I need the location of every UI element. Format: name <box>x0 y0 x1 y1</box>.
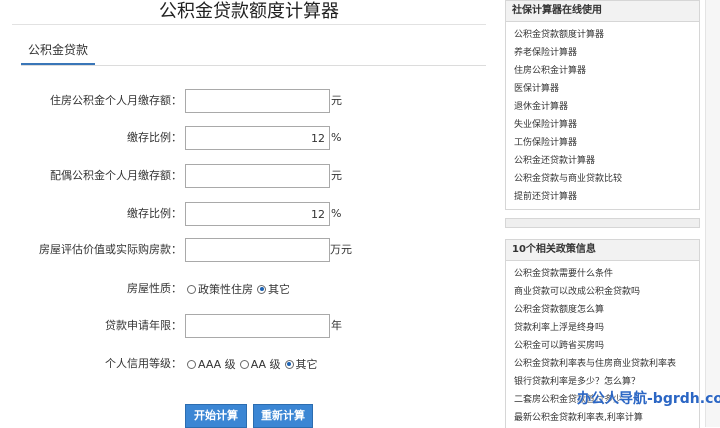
spouse-ratio-label: 缴存比例： <box>127 207 182 220</box>
sidebar-link[interactable]: 退休金计算器 <box>514 98 699 116</box>
policy-link[interactable]: 贷款利率上浮是终身吗 <box>514 319 699 337</box>
credit-other-radio[interactable]: 其它 <box>284 356 318 372</box>
sidebar-link[interactable]: 工伤保险计算器 <box>514 134 699 152</box>
house-type-other-radio[interactable]: 其它 <box>257 281 290 297</box>
policy-link[interactable]: 公积金贷款利率表与住房商业贷款利率表 <box>514 355 699 373</box>
loan-years-unit: 年 <box>331 319 342 332</box>
sidebar-link[interactable]: 医保计算器 <box>514 80 699 98</box>
online-calculators-title: 社保计算器在线使用 <box>506 1 699 22</box>
house-type-policy-radio[interactable]: 政策性住房 <box>187 281 253 297</box>
form-row-deposit-ratio: 缴存比例： % <box>0 126 498 150</box>
form-row-spouse-ratio: 缴存比例： % <box>0 202 498 226</box>
house-type-other-label: 其它 <box>268 283 290 296</box>
form-row-loan-years: 贷款申请年限： 年 <box>0 314 498 338</box>
tab-divider <box>21 65 486 66</box>
calculate-button[interactable]: 开始计算 <box>185 404 247 428</box>
house-type-policy-label: 政策性住房 <box>198 283 253 296</box>
radio-checked-icon <box>284 359 294 369</box>
spouse-ratio-unit: % <box>331 207 342 220</box>
credit-aa-radio[interactable]: AA 级 <box>239 356 281 372</box>
sidebar-link[interactable]: 住房公积金计算器 <box>514 62 699 80</box>
spouse-deposit-label: 配偶公积金个人月缴存额： <box>50 169 182 182</box>
calculator-panel: 公积金贷款额度计算器 公积金贷款 住房公积金个人月缴存额： 元 缴存比例： % … <box>0 0 498 428</box>
form-row-house-value: 房屋评估价值或实际购房款： 万元 <box>0 238 498 262</box>
policy-link[interactable]: 最新公积金贷款利率表,利率计算 <box>514 409 699 427</box>
house-value-input[interactable] <box>185 238 330 262</box>
form-row-spouse-deposit: 配偶公积金个人月缴存额： 元 <box>0 164 498 188</box>
sidebar-link[interactable]: 养老保险计算器 <box>514 44 699 62</box>
title-divider <box>12 24 486 25</box>
sidebar: 社保计算器在线使用 公积金贷款额度计算器 养老保险计算器 住房公积金计算器 医保… <box>505 0 700 428</box>
house-value-unit: 万元 <box>330 243 352 256</box>
monthly-deposit-label: 住房公积金个人月缴存额： <box>50 94 182 107</box>
deposit-ratio-unit: % <box>331 131 342 144</box>
deposit-ratio-input[interactable] <box>185 126 330 150</box>
credit-aaa-label: AAA 级 <box>198 358 236 371</box>
sidebar-link[interactable]: 公积金还贷款计算器 <box>514 152 699 170</box>
page-scrollbar[interactable] <box>705 0 720 427</box>
online-calculators-list: 公积金贷款额度计算器 养老保险计算器 住房公积金计算器 医保计算器 退休金计算器… <box>506 22 699 206</box>
credit-aaa-radio[interactable]: AAA 级 <box>187 356 236 372</box>
online-calculators-box: 社保计算器在线使用 公积金贷款额度计算器 养老保险计算器 住房公积金计算器 医保… <box>505 0 700 210</box>
page-title: 公积金贷款额度计算器 <box>159 1 339 22</box>
radio-unchecked-icon <box>187 359 196 369</box>
policy-link[interactable]: 公积金贷款需要什么条件 <box>514 265 699 283</box>
house-value-label: 房屋评估价值或实际购房款： <box>39 243 182 256</box>
monthly-deposit-input[interactable] <box>185 89 330 113</box>
policy-info-title: 10个相关政策信息 <box>506 240 699 261</box>
sidebar-spacer-strip <box>505 218 700 228</box>
house-type-label: 房屋性质： <box>127 282 182 295</box>
loan-years-input[interactable] <box>185 314 330 338</box>
spouse-deposit-unit: 元 <box>331 169 342 182</box>
credit-aa-label: AA 级 <box>250 358 281 371</box>
sidebar-link[interactable]: 公积金贷款与商业贷款比较 <box>514 170 699 188</box>
form-row-house-type: 房屋性质： 政策性住房 其它 <box>0 277 498 301</box>
radio-unchecked-icon <box>239 359 249 369</box>
sidebar-link[interactable]: 提前还贷计算器 <box>514 188 699 206</box>
site-watermark: 办公人导航-bgrdh.com <box>577 391 720 407</box>
credit-level-radio-group: AAA 级 AA 级 其它 <box>187 352 322 376</box>
policy-link[interactable]: 公积金可以跨省买房吗 <box>514 337 699 355</box>
form-row-monthly-deposit: 住房公积金个人月缴存额： 元 <box>0 89 498 113</box>
sidebar-link[interactable]: 失业保险计算器 <box>514 116 699 134</box>
form-row-credit-level: 个人信用等级： AAA 级 AA 级 其它 <box>0 352 498 376</box>
house-type-radio-group: 政策性住房 其它 <box>187 277 294 301</box>
radio-unchecked-icon <box>187 284 196 294</box>
credit-other-label: 其它 <box>295 358 318 371</box>
policy-link[interactable]: 商业贷款可以改成公积金贷款吗 <box>514 283 699 301</box>
sidebar-link[interactable]: 公积金贷款额度计算器 <box>514 26 699 44</box>
tab-housing-fund-loan[interactable]: 公积金贷款 <box>21 37 95 65</box>
policy-link[interactable]: 公积金贷款额度怎么算 <box>514 301 699 319</box>
monthly-deposit-unit: 元 <box>331 94 342 107</box>
reset-button[interactable]: 重新计算 <box>253 404 313 428</box>
deposit-ratio-label: 缴存比例： <box>127 131 182 144</box>
spouse-ratio-input[interactable] <box>185 202 330 226</box>
radio-checked-icon <box>257 284 266 294</box>
credit-level-label: 个人信用等级： <box>105 357 182 370</box>
spouse-deposit-input[interactable] <box>185 164 330 188</box>
loan-years-label: 贷款申请年限： <box>105 319 182 332</box>
